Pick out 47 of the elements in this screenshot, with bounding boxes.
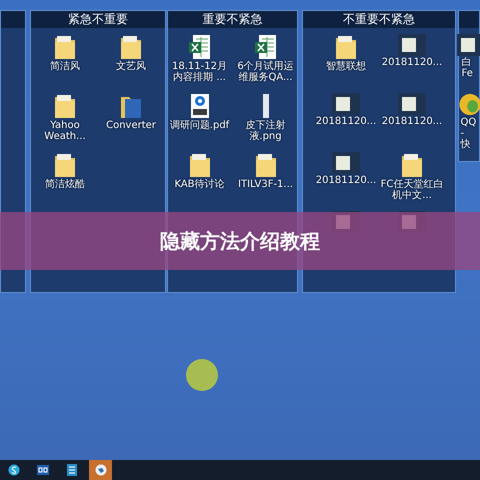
file-label[interactable]: 20181120... (380, 57, 444, 68)
folder-icon (401, 152, 423, 178)
fence-title: 紧急不重要 (31, 11, 165, 28)
screenshot-thumbnail-icon (398, 93, 426, 115)
document-app-icon (66, 464, 76, 476)
file-label[interactable]: Converter (99, 120, 163, 131)
fence-header (459, 11, 479, 28)
fence-title: 不重要不紧急 (303, 11, 455, 28)
screenshot-thumbnail-icon (332, 93, 360, 115)
file-label[interactable]: 简洁风 (33, 61, 97, 72)
spreadsheet-icon (254, 34, 276, 60)
screenshot-thumbnail-icon (332, 152, 360, 174)
file-label[interactable]: 白 Fe (462, 57, 480, 79)
file-label[interactable]: Yahoo Weath... (33, 120, 97, 142)
fence-title: 重要不紧急 (168, 11, 297, 28)
folder-icon (188, 152, 210, 178)
file-label[interactable]: 20181120... (314, 116, 378, 127)
file-label[interactable]: 文艺风 (99, 61, 163, 72)
file-label[interactable]: FC任天堂红白机中文... (380, 179, 444, 201)
file-label[interactable]: 18.11-12月内容排期 ... (168, 61, 232, 83)
file-label[interactable]: 20181120... (314, 175, 378, 186)
file-label[interactable]: KAB待讨论 (168, 179, 232, 190)
banner-title: 隐藏方法介绍教程 (160, 228, 320, 255)
bird-app-icon (94, 464, 106, 476)
folder-icon (335, 34, 357, 60)
folder-icon (120, 34, 142, 60)
penguin-icon (456, 93, 480, 116)
cursor-circle (186, 359, 218, 391)
mail-app-icon (36, 464, 48, 476)
folder-icon (54, 93, 76, 119)
folder-icon (254, 152, 276, 178)
file-label[interactable]: 皮下注射液.png (234, 120, 298, 142)
pdf-file-icon (188, 93, 210, 119)
file-label[interactable]: QQ - 快 (460, 117, 478, 150)
file-label[interactable]: 调研问题.pdf (168, 120, 232, 131)
spreadsheet-icon (188, 34, 210, 60)
chat-app-icon (8, 464, 20, 476)
screenshot-thumbnail-icon (398, 34, 426, 56)
folder-icon (54, 152, 76, 178)
file-label[interactable]: 6个月试用运维服务QA... (234, 61, 298, 83)
image-file-icon (262, 93, 270, 119)
file-label[interactable]: 简洁炫酷 (33, 179, 97, 190)
file-label[interactable]: 智慧联想 (314, 61, 378, 72)
file-label[interactable]: 20181120... (380, 116, 444, 127)
folder-icon (54, 34, 76, 60)
file-label[interactable]: ITILV3F-1... (234, 179, 298, 190)
fence-header (1, 11, 25, 28)
